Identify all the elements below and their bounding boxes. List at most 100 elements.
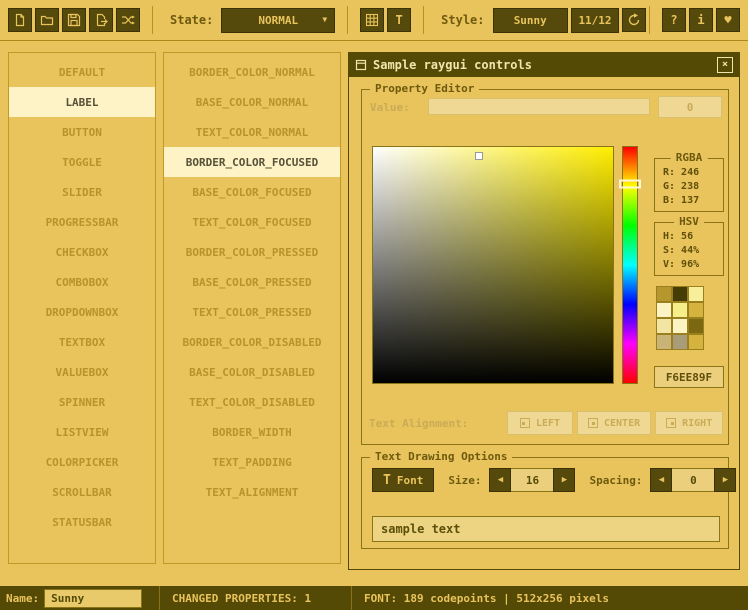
propertie-item-border_color_focused[interactable]: BORDER_COLOR_FOCUSED bbox=[164, 147, 340, 177]
question-icon: ? bbox=[670, 13, 677, 27]
align-center-toggle[interactable]: CENTER bbox=[577, 411, 651, 435]
hue-bar[interactable] bbox=[622, 146, 638, 384]
propertie-item-border_width[interactable]: BORDER_WIDTH bbox=[164, 417, 340, 447]
control-item-combobox[interactable]: COMBOBOX bbox=[9, 267, 155, 297]
size-decrement-button[interactable]: ◀ bbox=[489, 468, 511, 492]
control-item-toggle[interactable]: TOGGLE bbox=[9, 147, 155, 177]
save-icon bbox=[66, 12, 82, 28]
text-options-row: T Font Size: ◀ 16 ▶ Spacing: ◀ 0 ▶ bbox=[372, 468, 720, 492]
new-style-button[interactable] bbox=[8, 8, 32, 32]
control-item-label[interactable]: LABEL bbox=[9, 87, 155, 117]
propertie-item-text_color_normal[interactable]: TEXT_COLOR_NORMAL bbox=[164, 117, 340, 147]
heart-icon: ♥ bbox=[724, 13, 731, 27]
style-label: Style: bbox=[441, 13, 484, 27]
window-titlebar[interactable]: Sample raygui controls × bbox=[349, 53, 739, 77]
color-swatch-10[interactable] bbox=[672, 334, 688, 350]
toolbar-separator bbox=[347, 6, 348, 34]
arrow-right-icon: ▶ bbox=[562, 475, 567, 485]
shuffle-icon bbox=[120, 12, 136, 28]
export-style-button[interactable] bbox=[89, 8, 113, 32]
style-index-button[interactable]: 11/12 bbox=[571, 8, 619, 33]
arrow-left-icon: ◀ bbox=[498, 475, 503, 485]
color-swatch-3[interactable] bbox=[656, 302, 672, 318]
value-slider[interactable] bbox=[428, 98, 650, 115]
hsv-group: HSV H: 56 S: 44% V: 96% bbox=[654, 222, 724, 276]
window-close-button[interactable]: × bbox=[717, 57, 733, 73]
font-test-button[interactable]: T bbox=[387, 8, 411, 32]
style-color-swatches bbox=[656, 286, 706, 352]
propertie-item-text_color_pressed[interactable]: TEXT_COLOR_PRESSED bbox=[164, 297, 340, 327]
align-right-toggle[interactable]: RIGHT bbox=[655, 411, 723, 435]
propertie-item-base_color_pressed[interactable]: BASE_COLOR_PRESSED bbox=[164, 267, 340, 297]
changed-properties-text: CHANGED PROPERTIES: 1 bbox=[172, 592, 311, 605]
control-item-slider[interactable]: SLIDER bbox=[9, 177, 155, 207]
align-left-icon bbox=[520, 418, 530, 428]
spacing-increment-button[interactable]: ▶ bbox=[714, 468, 736, 492]
control-item-progressbar[interactable]: PROGRESSBAR bbox=[9, 207, 155, 237]
status-bar: Name: Sunny CHANGED PROPERTIES: 1 FONT: … bbox=[0, 586, 748, 610]
propertie-item-base_color_disabled[interactable]: BASE_COLOR_DISABLED bbox=[164, 357, 340, 387]
text-alignment-label: Text Alignment: bbox=[369, 417, 468, 430]
reload-style-button[interactable] bbox=[622, 8, 646, 32]
size-value-box[interactable]: 16 bbox=[511, 468, 553, 492]
about-button[interactable]: i bbox=[689, 8, 713, 32]
size-label: Size: bbox=[448, 474, 481, 487]
sample-text-input[interactable]: sample text bbox=[372, 516, 720, 542]
control-item-listview[interactable]: LISTVIEW bbox=[9, 417, 155, 447]
random-style-button[interactable] bbox=[116, 8, 140, 32]
color-swatch-11[interactable] bbox=[688, 334, 704, 350]
propertie-item-text_padding[interactable]: TEXT_PADDING bbox=[164, 447, 340, 477]
control-item-spinner[interactable]: SPINNER bbox=[9, 387, 155, 417]
control-item-colorpicker[interactable]: COLORPICKER bbox=[9, 447, 155, 477]
control-item-button[interactable]: BUTTON bbox=[9, 117, 155, 147]
propertie-item-border_color_disabled[interactable]: BORDER_COLOR_DISABLED bbox=[164, 327, 340, 357]
propertie-item-text_color_focused[interactable]: TEXT_COLOR_FOCUSED bbox=[164, 207, 340, 237]
color-cursor[interactable] bbox=[475, 152, 483, 160]
close-icon: × bbox=[722, 60, 728, 70]
hue-cursor[interactable] bbox=[619, 179, 641, 188]
spacing-decrement-button[interactable]: ◀ bbox=[650, 468, 672, 492]
size-increment-button[interactable]: ▶ bbox=[553, 468, 575, 492]
load-style-button[interactable] bbox=[35, 8, 59, 32]
control-item-default[interactable]: DEFAULT bbox=[9, 57, 155, 87]
style-name-input[interactable]: Sunny bbox=[44, 589, 142, 608]
control-item-dropdownbox[interactable]: DROPDOWNBOX bbox=[9, 297, 155, 327]
color-swatch-9[interactable] bbox=[656, 334, 672, 350]
state-dropdown[interactable]: NORMAL ▼ bbox=[221, 8, 335, 33]
rgba-group: RGBA R: 246 G: 238 B: 137 bbox=[654, 158, 724, 212]
propertie-item-border_color_normal[interactable]: BORDER_COLOR_NORMAL bbox=[164, 57, 340, 87]
save-style-button[interactable] bbox=[62, 8, 86, 32]
align-left-toggle[interactable]: LEFT bbox=[507, 411, 573, 435]
color-swatch-7[interactable] bbox=[672, 318, 688, 334]
control-item-textbox[interactable]: TEXTBOX bbox=[9, 327, 155, 357]
help-button[interactable]: ? bbox=[662, 8, 686, 32]
align-right-label: RIGHT bbox=[682, 418, 712, 429]
control-item-statusbar[interactable]: STATUSBAR bbox=[9, 507, 155, 537]
color-swatch-5[interactable] bbox=[688, 302, 704, 318]
color-swatch-0[interactable] bbox=[656, 286, 672, 302]
color-swatch-6[interactable] bbox=[656, 318, 672, 334]
propertie-item-text_color_disabled[interactable]: TEXT_COLOR_DISABLED bbox=[164, 387, 340, 417]
style-table-button[interactable] bbox=[360, 8, 384, 32]
propertie-item-base_color_normal[interactable]: BASE_COLOR_NORMAL bbox=[164, 87, 340, 117]
toolbar: State: NORMAL ▼ T Style: Sunny 11/12 ? bbox=[0, 0, 748, 41]
control-item-valuebox[interactable]: VALUEBOX bbox=[9, 357, 155, 387]
color-swatch-8[interactable] bbox=[688, 318, 704, 334]
color-swatch-1[interactable] bbox=[672, 286, 688, 302]
control-item-checkbox[interactable]: CHECKBOX bbox=[9, 237, 155, 267]
propertie-item-text_alignment[interactable]: TEXT_ALIGNMENT bbox=[164, 477, 340, 507]
value-box[interactable]: 0 bbox=[658, 96, 722, 118]
spacing-value-box[interactable]: 0 bbox=[672, 468, 714, 492]
propertie-item-base_color_focused[interactable]: BASE_COLOR_FOCUSED bbox=[164, 177, 340, 207]
hsv-saturation-value: S: 44% bbox=[655, 244, 723, 258]
style-name-button[interactable]: Sunny bbox=[493, 8, 568, 33]
propertie-item-border_color_pressed[interactable]: BORDER_COLOR_PRESSED bbox=[164, 237, 340, 267]
hex-color-input[interactable]: F6EE89F bbox=[654, 366, 724, 388]
color-swatch-4[interactable] bbox=[672, 302, 688, 318]
font-button[interactable]: T Font bbox=[372, 468, 434, 492]
font-info-text: FONT: 189 codepoints | 512x256 pixels bbox=[364, 592, 609, 605]
color-panel[interactable] bbox=[372, 146, 614, 384]
control-item-scrollbar[interactable]: SCROLLBAR bbox=[9, 477, 155, 507]
color-swatch-2[interactable] bbox=[688, 286, 704, 302]
sponsor-button[interactable]: ♥ bbox=[716, 8, 740, 32]
